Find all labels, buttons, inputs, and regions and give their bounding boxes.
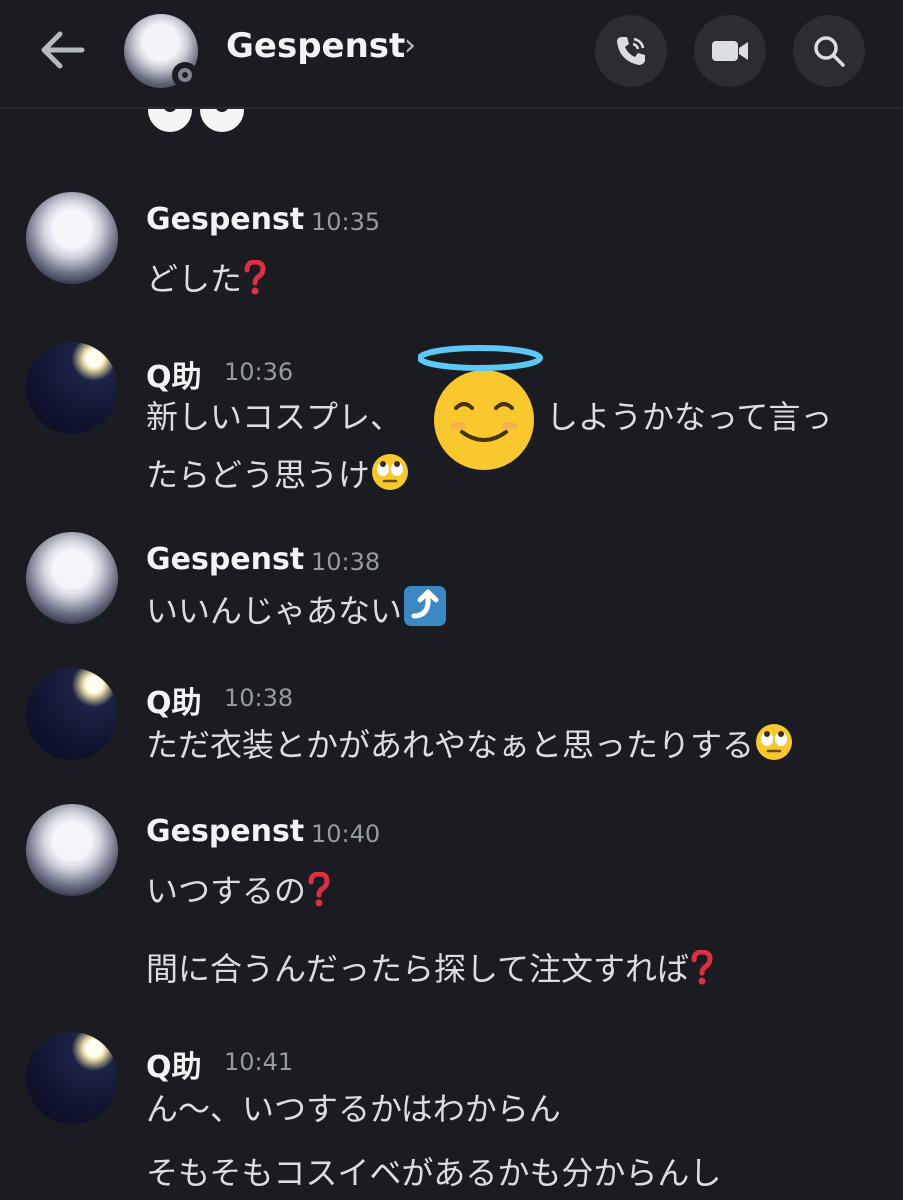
message-line: ただ衣装とかがあれやなぁと思ったりする [146, 720, 794, 766]
message-text: いいんじゃあない [146, 592, 403, 630]
avatar[interactable] [26, 532, 118, 624]
message-author[interactable]: Q助 [146, 678, 202, 722]
message-text: ん〜、いつするかはわからん [146, 1090, 561, 1128]
message-timestamp: 10:36 [224, 358, 294, 386]
arrow-left-icon [41, 31, 85, 69]
face-with-rolling-eyes-emoji [372, 454, 409, 490]
phone-icon [617, 37, 645, 65]
message-author[interactable]: Q助 [146, 352, 202, 396]
message-text: 新しいコスプレ、 [146, 398, 403, 436]
offline-status-icon [172, 62, 198, 88]
face-with-rolling-eyes-emoji [756, 724, 793, 760]
message-line: たらどう思うけ [146, 450, 410, 496]
red-question-mark-emoji [244, 260, 266, 295]
avatar[interactable] [26, 192, 118, 284]
avatar[interactable] [26, 1032, 118, 1124]
avatar[interactable] [26, 804, 118, 896]
message-text: たらどう思うけ [146, 456, 371, 494]
message-author[interactable]: Gespenst [146, 542, 304, 577]
message-author[interactable]: Gespenst [146, 202, 304, 237]
message-author[interactable]: Q助 [146, 1042, 202, 1086]
search-icon [814, 36, 845, 67]
red-question-mark-emoji [308, 872, 330, 907]
message-line: いつするの [146, 866, 332, 912]
message-line: どした [146, 254, 268, 300]
message-timestamp: 10:35 [311, 208, 381, 236]
smiling-face-with-halo-emoji [418, 345, 543, 470]
message-timestamp: 10:38 [224, 684, 294, 712]
video-camera-icon [712, 41, 748, 61]
search-button[interactable] [793, 15, 865, 87]
avatar[interactable] [26, 342, 118, 434]
red-question-mark-emoji [691, 950, 713, 985]
channel-header: Gespenst › [0, 0, 903, 109]
message-line: 間に合うんだったら探して注文すれば [146, 944, 715, 990]
message-text: いつするの [146, 872, 307, 910]
avatar[interactable] [26, 668, 118, 760]
message-line: いいんじゃあない [146, 584, 448, 632]
message-timestamp: 10:41 [224, 1048, 294, 1076]
message-timestamp: 10:38 [311, 548, 381, 576]
arrow-curving-up-emoji [404, 586, 447, 626]
message-timestamp: 10:40 [311, 820, 381, 848]
message-author[interactable]: Gespenst [146, 814, 304, 849]
back-button[interactable] [36, 26, 88, 74]
message-text: 間に合うんだったら探して注文すれば [146, 950, 690, 988]
voice-call-button[interactable] [595, 15, 667, 87]
message-text: しようかなって言っ [546, 398, 833, 436]
message-text: そもそもコスイベがあるかも分からんし [146, 1154, 722, 1192]
video-call-button[interactable] [694, 15, 766, 87]
message-text: どした [146, 260, 243, 298]
chevron-right-icon[interactable]: › [404, 28, 416, 63]
header-title[interactable]: Gespenst [226, 26, 405, 66]
message-text: ただ衣装とかがあれやなぁと思ったりする [146, 726, 755, 764]
header-avatar[interactable] [124, 14, 198, 88]
